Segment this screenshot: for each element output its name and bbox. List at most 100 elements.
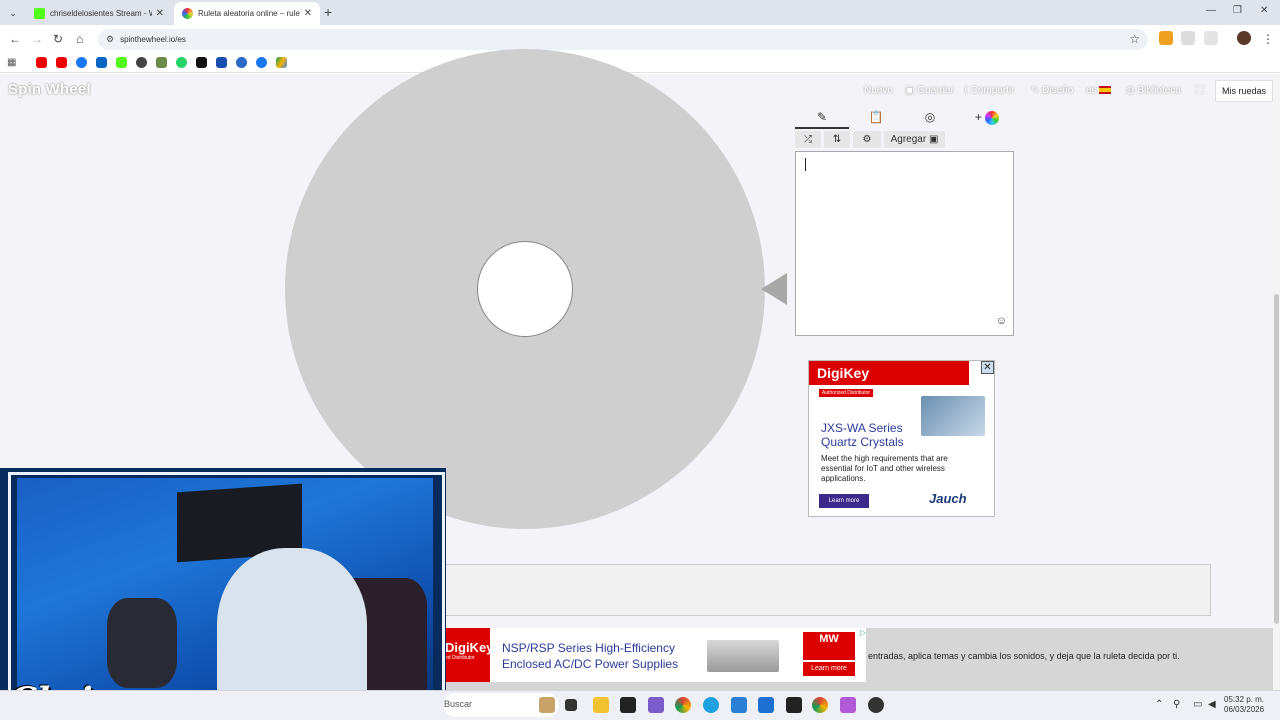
save-link[interactable]: ▣ Guardar (905, 85, 954, 96)
taskbar-clock[interactable]: 05:32 p. m. 06/03/2026 (1224, 695, 1264, 715)
site-info-icon[interactable]: ⚙ (106, 34, 114, 45)
info-text: entradas, aplica temas y cambia los soni… (868, 651, 1180, 661)
whatsapp-bookmark-icon[interactable] (176, 57, 187, 68)
entries-textarea[interactable]: ☺ (795, 151, 1014, 336)
home-icon[interactable]: ⌂ (76, 32, 83, 46)
shuffle-button[interactable]: ⤮ (795, 131, 821, 148)
emoji-icon[interactable]: ☺ (996, 315, 1007, 327)
extension-icon[interactable] (1181, 31, 1195, 45)
profile-avatar[interactable] (1237, 31, 1251, 45)
explorer-icon[interactable] (593, 697, 609, 713)
epic-icon[interactable] (620, 697, 636, 713)
settings-button[interactable]: ⚙ (853, 131, 881, 148)
url-text: spinthewheel.io/es (120, 35, 186, 44)
mail-icon[interactable] (731, 697, 747, 713)
digikey-logo: DigiKey ed Distributor (445, 628, 493, 682)
forward-icon[interactable]: → (31, 32, 43, 46)
text-caret (805, 158, 806, 171)
reload-icon[interactable]: ↻ (53, 32, 63, 46)
digikey-ad[interactable]: DigiKey Authorized Distributor ✕ JXS-WA … (808, 360, 995, 517)
chrome-active-icon[interactable] (812, 697, 828, 713)
facebook-bookmark-icon[interactable] (76, 57, 87, 68)
window-icon[interactable] (565, 699, 577, 711)
youtube-bookmark-icon[interactable] (36, 57, 47, 68)
clipboard-icon: 📋 (868, 110, 884, 124)
info-card (445, 564, 1211, 616)
back-icon[interactable]: ← (9, 32, 21, 46)
apps-grid-icon[interactable]: ▦ (7, 57, 16, 68)
shield-bookmark-icon[interactable] (156, 57, 167, 68)
ad-body: Meet the high requirements that are esse… (821, 454, 948, 483)
shop-bookmark-icon[interactable] (216, 57, 227, 68)
maximize-icon[interactable]: ❐ (1233, 5, 1242, 16)
banner-headline: NSP/RSP Series High-Efficiency Enclosed A… (502, 641, 679, 671)
tab-edit[interactable]: ✎ (795, 107, 849, 129)
menu-kebab-icon[interactable]: ⋮ (1262, 32, 1274, 46)
tray-chevron-icon[interactable]: ⌃ (1155, 699, 1163, 710)
tiktok-bookmark-icon[interactable] (196, 57, 207, 68)
edge-icon[interactable] (703, 697, 719, 713)
fullscreen-icon[interactable]: ⛶ (1196, 85, 1203, 96)
chrome-icon[interactable] (675, 697, 691, 713)
new-tab-icon[interactable]: + (324, 4, 332, 20)
library-link[interactable]: ◍ Biblioteca (1126, 85, 1181, 96)
share-link[interactable]: ⟨ Compartir (964, 85, 1015, 96)
tab-close-icon[interactable]: ✕ (304, 8, 312, 19)
address-bar[interactable]: ⚙ spinthewheel.io/es ☆ (98, 29, 1148, 50)
extension-icon[interactable] (1159, 31, 1173, 45)
meta-bookmark-icon[interactable] (96, 57, 107, 68)
editor-tabs: ✎ 📋 ◎ + (795, 107, 1015, 129)
design-link[interactable]: ✎ Diseño (1031, 85, 1073, 96)
tab-hidden[interactable]: ◎ (903, 107, 957, 129)
network-icon[interactable]: ⚲ (1173, 699, 1180, 710)
speed-icon[interactable] (786, 697, 802, 713)
banner-ad[interactable]: DigiKey ed Distributor NSP/RSP Series Hig… (445, 628, 866, 682)
tab-title: chriseldelosientes Stream - Wat (50, 9, 152, 18)
close-window-icon[interactable]: ✕ (1260, 5, 1268, 16)
drive-bookmark-icon[interactable] (276, 57, 287, 68)
tab-colors[interactable]: + (960, 107, 1014, 129)
app-icon[interactable] (648, 697, 664, 713)
eye-off-icon: ◎ (924, 110, 936, 124)
ad-close-icon[interactable]: ✕ (981, 361, 994, 374)
my-wheels-button[interactable]: Mis ruedas (1215, 80, 1273, 102)
youtube-bookmark-icon[interactable] (56, 57, 67, 68)
color-wheel-icon (985, 110, 1000, 125)
tab-close-icon[interactable]: ✕ (156, 8, 164, 19)
add-image-button[interactable]: Agregar ▣ (884, 131, 945, 148)
pencil-icon: ✎ (1031, 85, 1043, 96)
page-scrollbar[interactable] (1273, 74, 1280, 690)
wheel-center-button[interactable] (477, 241, 573, 337)
gear-icon: ⚙ (862, 134, 872, 145)
store-icon[interactable] (758, 697, 774, 713)
facebook-bookmark-icon[interactable] (256, 57, 267, 68)
globe-bookmark-icon[interactable] (136, 57, 147, 68)
tab-search-button[interactable]: ⌄ (4, 4, 22, 22)
browser-tabstrip: ⌄ chriseldelosientes Stream - Wat ✕ Rule… (0, 0, 1280, 25)
minimize-icon[interactable]: — (1206, 5, 1216, 16)
scrollbar-thumb[interactable] (1274, 294, 1279, 624)
ad-learn-more-button[interactable]: Learn more (819, 494, 869, 508)
globe-icon: ◍ (1126, 85, 1138, 96)
browser-tab-stream[interactable]: chriseldelosientes Stream - Wat ✕ (26, 2, 172, 25)
bookmark-star-icon[interactable]: ☆ (1129, 32, 1140, 46)
sort-button[interactable]: ⇅ (824, 131, 850, 148)
taskview-icon[interactable] (539, 697, 555, 713)
adchoices-icon[interactable]: ▷ (860, 628, 866, 637)
browser-tab-wheel[interactable]: Ruleta aleatoria online – ruleta ✕ (174, 2, 320, 25)
app-icon[interactable] (840, 697, 856, 713)
tab-results[interactable]: 📋 (849, 107, 903, 129)
language-selector[interactable]: es (1086, 85, 1112, 96)
volume-icon[interactable]: ◀ (1208, 699, 1216, 710)
extensions-puzzle-icon[interactable] (1204, 31, 1218, 45)
new-wheel-link[interactable]: Nuevo (864, 85, 893, 96)
bookmarks-bar: ▦ (0, 53, 1280, 73)
image-icon: ▣ (928, 134, 939, 145)
display-icon[interactable]: ▭ (1193, 699, 1202, 710)
kick-bookmark-icon[interactable] (116, 57, 127, 68)
meanwell-logo: MW (803, 632, 855, 660)
k-bookmark-icon[interactable] (236, 57, 247, 68)
obs-icon[interactable] (868, 697, 884, 713)
banner-learn-more-button[interactable]: Learn more (803, 662, 855, 676)
site-logo[interactable]: Spin Wheel (8, 81, 91, 98)
